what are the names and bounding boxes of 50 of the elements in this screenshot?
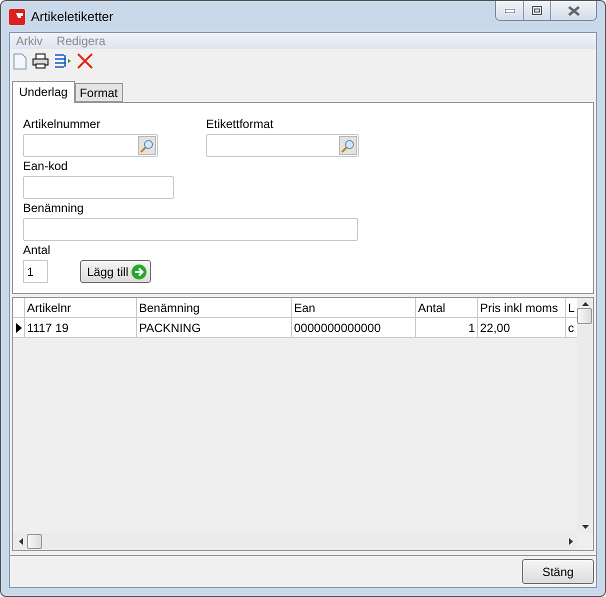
list-arrow-icon[interactable] (54, 53, 72, 69)
tab[interactable]: Format (74, 83, 123, 102)
column-header[interactable]: Antal (416, 298, 478, 317)
magnifier-icon (341, 138, 355, 152)
close-dialog-button[interactable]: Stäng (522, 559, 594, 584)
table-cell: 22,00 (478, 318, 566, 337)
table-cell: 0000000000000 (292, 318, 416, 337)
minimize-icon (504, 8, 514, 12)
field-label: Ean-kod (23, 159, 69, 174)
input-field[interactable] (23, 176, 174, 199)
field-label: Etikettformat (206, 117, 274, 132)
minimize-button[interactable] (496, 1, 523, 20)
delete-icon[interactable] (77, 53, 93, 69)
magnifier-icon (140, 138, 154, 152)
printer-icon[interactable] (32, 53, 49, 69)
vertical-scrollbar[interactable] (577, 298, 593, 533)
scrollbar-thumb[interactable] (27, 534, 42, 549)
field-label: Antal (23, 243, 52, 258)
column-header[interactable]: Artikelnr (25, 298, 137, 317)
window-title: Artikeletiketter (31, 9, 114, 24)
field-label: Benämning (23, 201, 85, 216)
scroll-left-icon[interactable] (19, 538, 23, 545)
input-field[interactable]: 1 (23, 260, 48, 283)
app-icon (9, 8, 25, 24)
row-pointer-icon (16, 322, 22, 332)
add-button[interactable]: Lägg till (80, 260, 152, 283)
table-cell: 1 (416, 318, 478, 337)
arrow-right-icon (131, 264, 148, 280)
column-header[interactable]: Pris inkl moms (478, 298, 566, 317)
field-label: Artikelnummer (23, 117, 102, 132)
lookup-button[interactable] (138, 136, 156, 155)
input-field[interactable] (23, 134, 158, 157)
maximize-icon (532, 6, 542, 15)
new-document-icon[interactable] (13, 52, 27, 70)
close-icon (568, 6, 580, 16)
close-button[interactable] (550, 1, 596, 20)
input-field[interactable] (206, 134, 359, 157)
tab[interactable]: Underlag (12, 81, 75, 103)
column-header[interactable]: Ean (292, 298, 416, 317)
maximize-button[interactable] (523, 1, 550, 20)
scroll-up-icon[interactable] (582, 302, 588, 306)
table-cell: PACKNING (137, 318, 292, 337)
input-field[interactable] (23, 218, 358, 241)
scrollbar-thumb[interactable] (577, 308, 592, 324)
horizontal-scrollbar[interactable] (13, 533, 577, 550)
scroll-down-icon[interactable] (582, 525, 588, 529)
scroll-right-icon[interactable] (569, 538, 573, 545)
column-header[interactable]: Benämning (137, 298, 292, 317)
table-cell: 1117 19 (25, 318, 137, 337)
lookup-button[interactable] (339, 136, 357, 155)
